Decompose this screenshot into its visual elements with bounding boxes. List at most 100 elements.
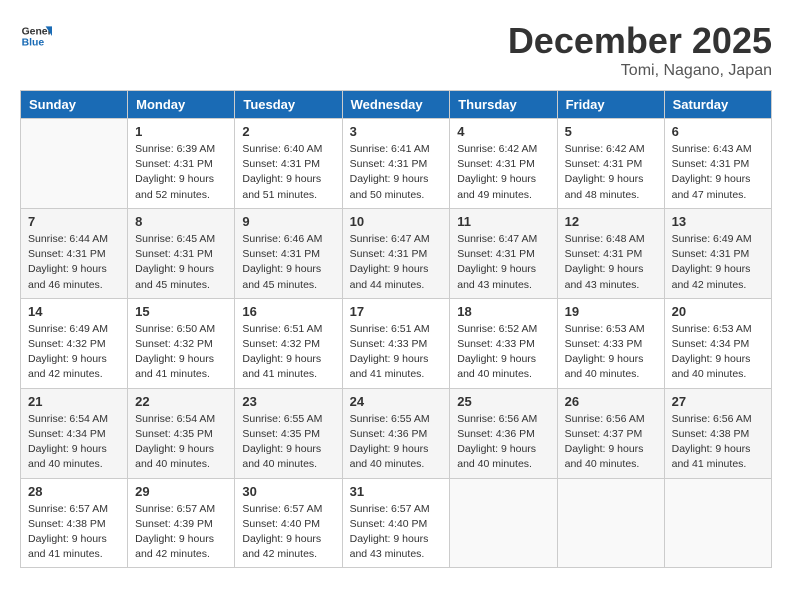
calendar-cell: 4Sunrise: 6:42 AM Sunset: 4:31 PM Daylig… bbox=[450, 119, 557, 209]
day-number: 25 bbox=[457, 394, 549, 409]
day-number: 13 bbox=[672, 214, 764, 229]
day-number: 4 bbox=[457, 124, 549, 139]
day-number: 7 bbox=[28, 214, 120, 229]
calendar-cell: 17Sunrise: 6:51 AM Sunset: 4:33 PM Dayli… bbox=[342, 298, 450, 388]
calendar-cell: 21 Sunrise: 6:54 AM Sunset: 4:34 PM Dayli… bbox=[21, 388, 128, 478]
day-detail: Sunrise: 6:53 AM Sunset: 4:34 PM Dayligh… bbox=[672, 322, 764, 383]
day-number: 18 bbox=[457, 304, 549, 319]
day-number: 24 bbox=[350, 394, 443, 409]
day-detail: Sunrise: 6:49 AM Sunset: 4:31 PM Dayligh… bbox=[672, 232, 764, 293]
location: Tomi, Nagano, Japan bbox=[508, 62, 772, 80]
day-detail: Sunrise: 6:45 AM Sunset: 4:31 PM Dayligh… bbox=[135, 232, 227, 293]
day-detail: Sunrise: 6:51 AM Sunset: 4:32 PM Dayligh… bbox=[242, 322, 334, 383]
day-number: 21 bbox=[28, 394, 120, 409]
calendar-cell: 19 Sunrise: 6:53 AM Sunset: 4:33 PM Dayli… bbox=[557, 298, 664, 388]
day-detail: Sunrise: 6:54 AM Sunset: 4:35 PM Dayligh… bbox=[135, 412, 227, 473]
day-number: 6 bbox=[672, 124, 764, 139]
calendar-cell bbox=[21, 119, 128, 209]
header-cell: Saturday bbox=[664, 91, 771, 119]
day-number: 27 bbox=[672, 394, 764, 409]
calendar-cell: 27 Sunrise: 6:56 AM Sunset: 4:38 PM Dayli… bbox=[664, 388, 771, 478]
month-title: December 2025 bbox=[508, 20, 772, 62]
day-number: 22 bbox=[135, 394, 227, 409]
day-detail: Sunrise: 6:57 AM Sunset: 4:40 PM Dayligh… bbox=[350, 502, 443, 563]
day-detail: Sunrise: 6:52 AM Sunset: 4:33 PM Dayligh… bbox=[457, 322, 549, 383]
calendar-cell: 22 Sunrise: 6:54 AM Sunset: 4:35 PM Dayli… bbox=[128, 388, 235, 478]
calendar-cell: 14 Sunrise: 6:49 AM Sunset: 4:32 PM Dayli… bbox=[21, 298, 128, 388]
day-number: 8 bbox=[135, 214, 227, 229]
day-detail: Sunrise: 6:56 AM Sunset: 4:36 PM Dayligh… bbox=[457, 412, 549, 473]
day-number: 31 bbox=[350, 484, 443, 499]
day-detail: Sunrise: 6:54 AM Sunset: 4:34 PM Dayligh… bbox=[28, 412, 120, 473]
calendar-cell: 24 Sunrise: 6:55 AM Sunset: 4:36 PM Dayli… bbox=[342, 388, 450, 478]
day-number: 11 bbox=[457, 214, 549, 229]
day-number: 5 bbox=[565, 124, 657, 139]
day-detail: Sunrise: 6:55 AM Sunset: 4:35 PM Dayligh… bbox=[242, 412, 334, 473]
title-block: December 2025 Tomi, Nagano, Japan bbox=[508, 20, 772, 80]
day-detail: Sunrise: 6:51 AM Sunset: 4:33 PM Dayligh… bbox=[350, 322, 443, 383]
page-header: General Blue December 2025 Tomi, Nagano,… bbox=[20, 20, 772, 80]
day-detail: Sunrise: 6:56 AM Sunset: 4:37 PM Dayligh… bbox=[565, 412, 657, 473]
day-detail: Sunrise: 6:41 AM Sunset: 4:31 PM Dayligh… bbox=[350, 142, 443, 203]
calendar-cell: 25 Sunrise: 6:56 AM Sunset: 4:36 PM Dayli… bbox=[450, 388, 557, 478]
day-number: 9 bbox=[242, 214, 334, 229]
header-row: SundayMondayTuesdayWednesdayThursdayFrid… bbox=[21, 91, 772, 119]
calendar-cell: 13 Sunrise: 6:49 AM Sunset: 4:31 PM Dayli… bbox=[664, 208, 771, 298]
calendar-cell bbox=[557, 478, 664, 568]
day-number: 12 bbox=[565, 214, 657, 229]
day-detail: Sunrise: 6:39 AM Sunset: 4:31 PM Dayligh… bbox=[135, 142, 227, 203]
calendar-cell: 30 Sunrise: 6:57 AM Sunset: 4:40 PM Dayli… bbox=[235, 478, 342, 568]
calendar-cell: 31 Sunrise: 6:57 AM Sunset: 4:40 PM Dayli… bbox=[342, 478, 450, 568]
calendar-cell: 15 Sunrise: 6:50 AM Sunset: 4:32 PM Dayli… bbox=[128, 298, 235, 388]
logo-icon: General Blue bbox=[20, 20, 52, 52]
calendar-cell: 3 Sunrise: 6:41 AM Sunset: 4:31 PM Daylig… bbox=[342, 119, 450, 209]
calendar-cell: 29 Sunrise: 6:57 AM Sunset: 4:39 PM Dayli… bbox=[128, 478, 235, 568]
day-detail: Sunrise: 6:55 AM Sunset: 4:36 PM Dayligh… bbox=[350, 412, 443, 473]
day-number: 15 bbox=[135, 304, 227, 319]
day-detail: Sunrise: 6:46 AM Sunset: 4:31 PM Dayligh… bbox=[242, 232, 334, 293]
header-cell: Wednesday bbox=[342, 91, 450, 119]
calendar-cell: 16Sunrise: 6:51 AM Sunset: 4:32 PM Dayli… bbox=[235, 298, 342, 388]
day-detail: Sunrise: 6:43 AM Sunset: 4:31 PM Dayligh… bbox=[672, 142, 764, 203]
header-cell: Thursday bbox=[450, 91, 557, 119]
day-detail: Sunrise: 6:49 AM Sunset: 4:32 PM Dayligh… bbox=[28, 322, 120, 383]
day-number: 26 bbox=[565, 394, 657, 409]
calendar-cell: 1Sunrise: 6:39 AM Sunset: 4:31 PM Daylig… bbox=[128, 119, 235, 209]
day-number: 30 bbox=[242, 484, 334, 499]
calendar-cell: 9 Sunrise: 6:46 AM Sunset: 4:31 PM Daylig… bbox=[235, 208, 342, 298]
calendar-cell: 20Sunrise: 6:53 AM Sunset: 4:34 PM Dayli… bbox=[664, 298, 771, 388]
day-detail: Sunrise: 6:40 AM Sunset: 4:31 PM Dayligh… bbox=[242, 142, 334, 203]
calendar-cell: 11Sunrise: 6:47 AM Sunset: 4:31 PM Dayli… bbox=[450, 208, 557, 298]
day-number: 28 bbox=[28, 484, 120, 499]
day-number: 2 bbox=[242, 124, 334, 139]
day-number: 23 bbox=[242, 394, 334, 409]
day-number: 3 bbox=[350, 124, 443, 139]
day-detail: Sunrise: 6:57 AM Sunset: 4:39 PM Dayligh… bbox=[135, 502, 227, 563]
day-number: 14 bbox=[28, 304, 120, 319]
calendar-cell: 28 Sunrise: 6:57 AM Sunset: 4:38 PM Dayli… bbox=[21, 478, 128, 568]
calendar-table: SundayMondayTuesdayWednesdayThursdayFrid… bbox=[20, 90, 772, 568]
calendar-cell: 10 Sunrise: 6:47 AM Sunset: 4:31 PM Dayli… bbox=[342, 208, 450, 298]
calendar-week-row: 14 Sunrise: 6:49 AM Sunset: 4:32 PM Dayli… bbox=[21, 298, 772, 388]
calendar-cell: 18 Sunrise: 6:52 AM Sunset: 4:33 PM Dayli… bbox=[450, 298, 557, 388]
calendar-week-row: 7 Sunrise: 6:44 AM Sunset: 4:31 PM Daylig… bbox=[21, 208, 772, 298]
day-detail: Sunrise: 6:44 AM Sunset: 4:31 PM Dayligh… bbox=[28, 232, 120, 293]
calendar-week-row: 21 Sunrise: 6:54 AM Sunset: 4:34 PM Dayli… bbox=[21, 388, 772, 478]
day-detail: Sunrise: 6:57 AM Sunset: 4:40 PM Dayligh… bbox=[242, 502, 334, 563]
day-number: 29 bbox=[135, 484, 227, 499]
day-detail: Sunrise: 6:56 AM Sunset: 4:38 PM Dayligh… bbox=[672, 412, 764, 473]
day-detail: Sunrise: 6:53 AM Sunset: 4:33 PM Dayligh… bbox=[565, 322, 657, 383]
day-detail: Sunrise: 6:50 AM Sunset: 4:32 PM Dayligh… bbox=[135, 322, 227, 383]
header-cell: Sunday bbox=[21, 91, 128, 119]
calendar-cell: 5Sunrise: 6:42 AM Sunset: 4:31 PM Daylig… bbox=[557, 119, 664, 209]
day-number: 10 bbox=[350, 214, 443, 229]
header-cell: Tuesday bbox=[235, 91, 342, 119]
day-number: 19 bbox=[565, 304, 657, 319]
calendar-cell: 8 Sunrise: 6:45 AM Sunset: 4:31 PM Daylig… bbox=[128, 208, 235, 298]
calendar-cell: 26 Sunrise: 6:56 AM Sunset: 4:37 PM Dayli… bbox=[557, 388, 664, 478]
day-detail: Sunrise: 6:57 AM Sunset: 4:38 PM Dayligh… bbox=[28, 502, 120, 563]
logo: General Blue bbox=[20, 20, 52, 52]
calendar-cell: 23 Sunrise: 6:55 AM Sunset: 4:35 PM Dayli… bbox=[235, 388, 342, 478]
day-detail: Sunrise: 6:47 AM Sunset: 4:31 PM Dayligh… bbox=[350, 232, 443, 293]
calendar-cell bbox=[664, 478, 771, 568]
